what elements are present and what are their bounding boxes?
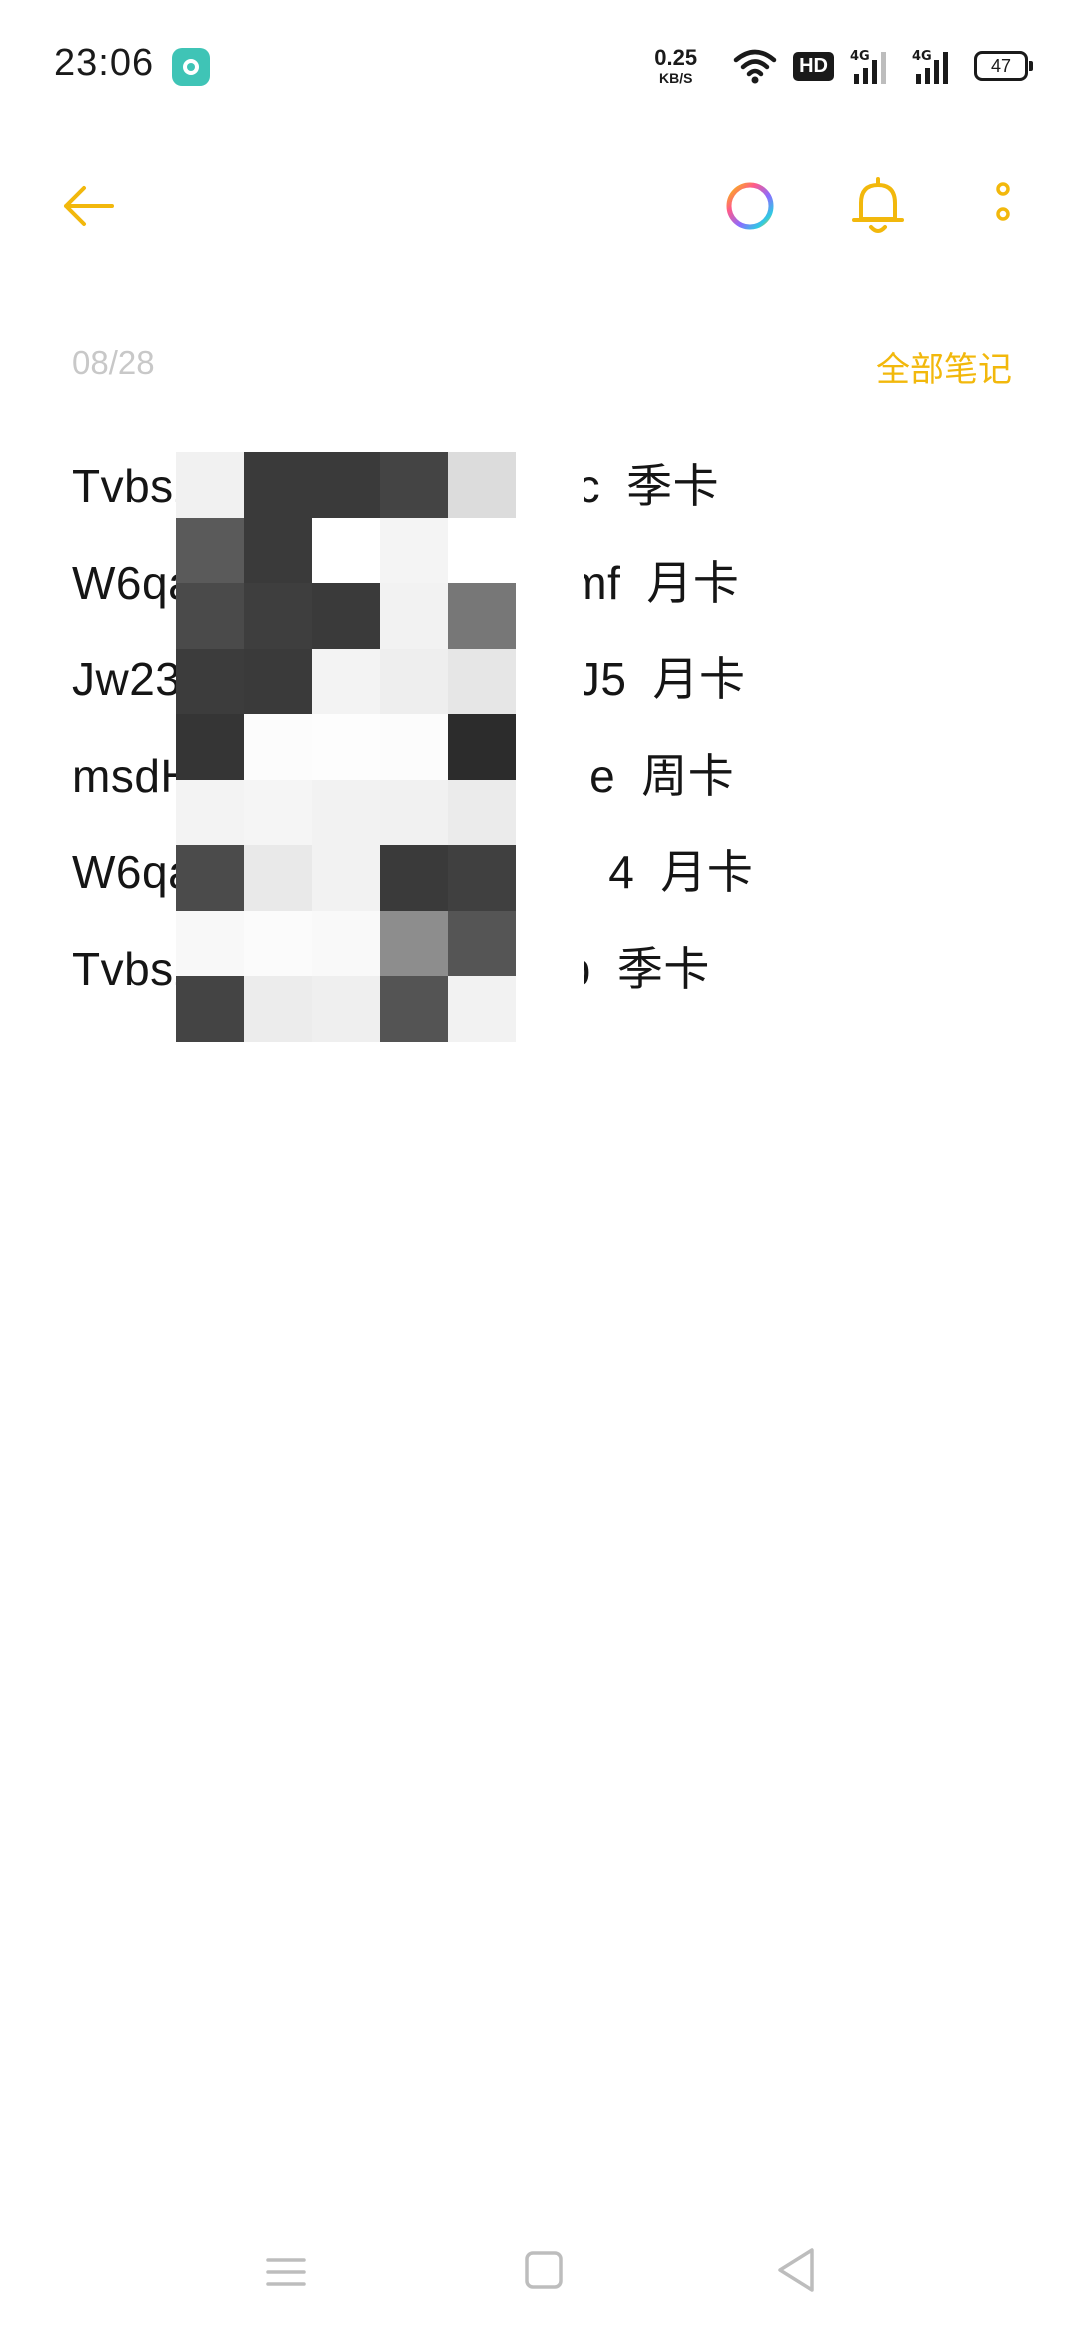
color-theme-button[interactable] bbox=[716, 172, 784, 240]
reminder-button[interactable] bbox=[842, 168, 914, 244]
mosaic-cell bbox=[244, 714, 312, 780]
hd-label: HD bbox=[793, 51, 834, 81]
mosaic-cell bbox=[244, 779, 312, 845]
hd-icon: HD bbox=[793, 51, 834, 81]
card-type: 月卡 bbox=[660, 846, 754, 898]
note-detail-screen: 23:06 0.25 KB/S HD 4G 4G 47 08/28 全部笔记 T… bbox=[0, 0, 1080, 2340]
mosaic-cell bbox=[516, 714, 584, 780]
more-vertical-icon bbox=[996, 182, 1010, 221]
mosaic-cell bbox=[516, 452, 584, 518]
back-button[interactable] bbox=[52, 176, 124, 236]
signal-2-label: 4G bbox=[912, 49, 932, 64]
mosaic-cell bbox=[176, 714, 244, 780]
back-triangle-icon[interactable] bbox=[772, 2244, 820, 2296]
back-arrow-icon bbox=[64, 186, 114, 226]
color-ring-icon bbox=[726, 182, 774, 230]
mosaic-cell bbox=[380, 517, 448, 583]
mosaic-cell bbox=[380, 583, 448, 649]
mosaic-cell bbox=[312, 714, 380, 780]
redaction-mosaic bbox=[176, 452, 584, 1042]
mosaic-cell bbox=[312, 648, 380, 714]
mosaic-cell bbox=[448, 779, 516, 845]
notes-app-icon bbox=[172, 48, 210, 86]
card-type: 周卡 bbox=[641, 749, 735, 802]
code-tail: e bbox=[589, 749, 616, 802]
mosaic-cell bbox=[516, 583, 584, 649]
mosaic-cell bbox=[448, 910, 516, 976]
mosaic-cell bbox=[176, 517, 244, 583]
code-tail: 4 bbox=[608, 846, 635, 898]
signal-icon: 4G bbox=[850, 46, 896, 86]
mosaic-cell bbox=[244, 910, 312, 976]
mosaic-cell bbox=[176, 910, 244, 976]
mosaic-cell bbox=[380, 779, 448, 845]
mosaic-cell bbox=[448, 517, 516, 583]
mosaic-cell bbox=[244, 583, 312, 649]
net-speed-unit: KB/S bbox=[658, 70, 693, 86]
mosaic-cell bbox=[516, 779, 584, 845]
net-speed-value: 0.25 bbox=[654, 45, 698, 70]
more-button[interactable] bbox=[978, 170, 1028, 242]
mosaic-cell bbox=[380, 910, 448, 976]
card-type: 月卡 bbox=[652, 653, 746, 705]
mosaic-cell bbox=[448, 976, 516, 1042]
mosaic-cell bbox=[176, 583, 244, 649]
mosaic-cell bbox=[244, 517, 312, 583]
bell-icon bbox=[852, 177, 904, 233]
net-speed: 0.25 KB/S bbox=[654, 45, 698, 86]
mosaic-cell bbox=[312, 517, 380, 583]
mosaic-cell bbox=[380, 714, 448, 780]
mosaic-cell bbox=[448, 714, 516, 780]
mosaic-cell bbox=[380, 845, 448, 911]
mosaic-cell bbox=[312, 583, 380, 649]
code-tail: J5 bbox=[576, 653, 627, 705]
mosaic-cell bbox=[312, 976, 380, 1042]
status-indicators: 0.25 KB/S HD 4G 4G 47 bbox=[654, 44, 1033, 88]
mosaic-cell bbox=[516, 845, 584, 911]
mosaic-cell bbox=[176, 779, 244, 845]
mosaic-cell bbox=[380, 976, 448, 1042]
navigation-bar bbox=[0, 2220, 1080, 2340]
mosaic-cell bbox=[312, 845, 380, 911]
card-type: 季卡 bbox=[626, 460, 720, 512]
all-notes-link[interactable]: 全部笔记 bbox=[876, 342, 1012, 391]
mosaic-cell bbox=[516, 648, 584, 714]
card-type: 季卡 bbox=[616, 942, 710, 995]
mosaic-cell bbox=[244, 648, 312, 714]
mosaic-cell bbox=[244, 845, 312, 911]
menu-icon[interactable] bbox=[262, 2248, 310, 2296]
mosaic-cell bbox=[380, 648, 448, 714]
battery-level: 47 bbox=[974, 51, 1033, 81]
status-time: 23:06 bbox=[54, 42, 155, 84]
mosaic-cell bbox=[312, 452, 380, 518]
mosaic-cell bbox=[312, 910, 380, 976]
mosaic-cell bbox=[380, 452, 448, 518]
mosaic-cell bbox=[176, 976, 244, 1042]
mosaic-cell bbox=[516, 910, 584, 976]
home-square-icon[interactable] bbox=[520, 2246, 568, 2294]
mosaic-cell bbox=[244, 452, 312, 518]
battery-icon: 47 bbox=[974, 51, 1033, 81]
mosaic-cell bbox=[176, 452, 244, 518]
signal-1-label: 4G bbox=[850, 49, 870, 64]
note-date: 08/28 bbox=[72, 344, 155, 381]
status-bar: 23:06 0.25 KB/S HD 4G 4G 47 bbox=[0, 0, 1080, 130]
mosaic-cell bbox=[448, 583, 516, 649]
wifi-icon bbox=[733, 48, 777, 84]
mosaic-cell bbox=[312, 779, 380, 845]
mosaic-cell bbox=[516, 976, 584, 1042]
signal-icon: 4G bbox=[912, 46, 958, 86]
mosaic-cell bbox=[176, 845, 244, 911]
mosaic-cell bbox=[516, 517, 584, 583]
mosaic-cell bbox=[448, 845, 516, 911]
toolbar bbox=[0, 150, 1080, 260]
mosaic-cell bbox=[176, 648, 244, 714]
card-type: 月卡 bbox=[646, 556, 740, 609]
mosaic-cell bbox=[448, 452, 516, 518]
mosaic-cell bbox=[244, 976, 312, 1042]
mosaic-cell bbox=[448, 648, 516, 714]
